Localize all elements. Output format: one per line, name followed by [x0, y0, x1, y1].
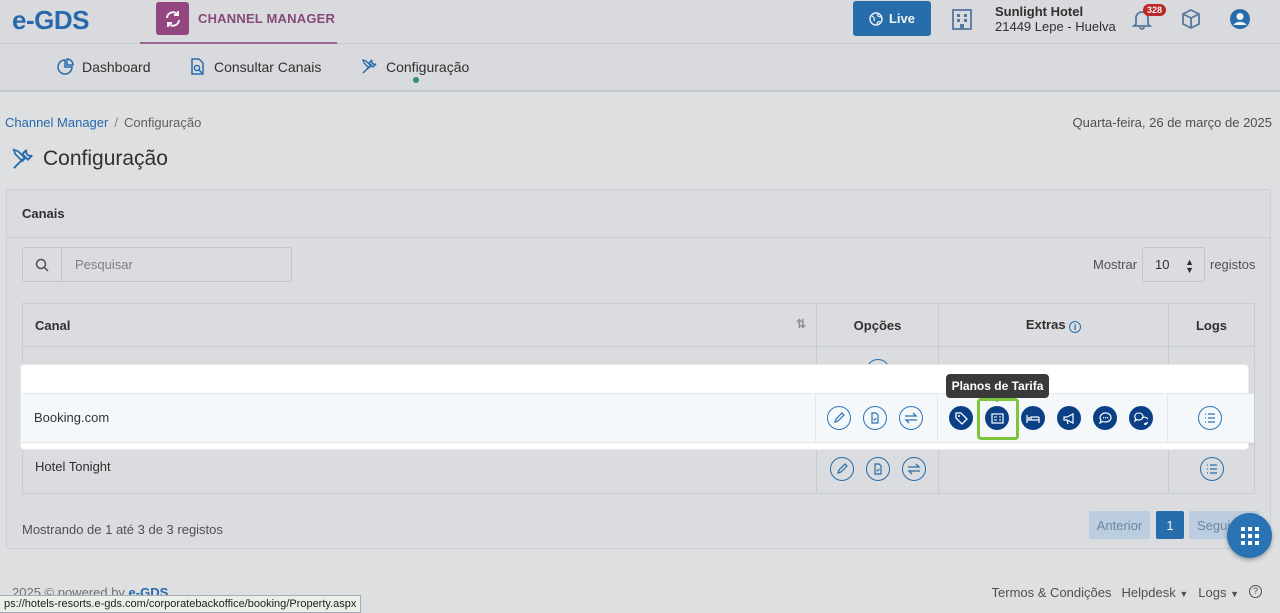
- hotel-name[interactable]: Sunlight Hotel: [995, 4, 1083, 19]
- search-input[interactable]: [62, 248, 282, 281]
- app-title: CHANNEL MANAGER: [198, 11, 336, 26]
- live-label: Live: [888, 11, 915, 26]
- main-nav: Dashboard Consultar Canais Configuração: [0, 44, 1280, 92]
- column-header-label: Logs: [1195, 317, 1228, 333]
- page-size-select[interactable]: 10 ▲ ▼: [1142, 247, 1205, 282]
- channel-name: Hotel Tonight: [22, 444, 817, 494]
- column-header-logs: Logs: [1168, 303, 1255, 347]
- logs-icons: [1198, 406, 1222, 430]
- highlight-box: [977, 398, 1019, 440]
- breadcrumb: Channel Manager / Configuração: [5, 115, 202, 130]
- edit-pencil-icon[interactable]: [827, 406, 851, 430]
- terms-link[interactable]: Termos & Condições: [992, 585, 1112, 600]
- brand-logo[interactable]: e-GDS: [12, 5, 89, 36]
- current-date: Quarta-feira, 26 de março de 2025: [1072, 115, 1272, 130]
- hotel-location: 21449 Lepe - Huelva: [995, 19, 1116, 34]
- notification-badge: 328: [1143, 4, 1167, 16]
- column-header-extras: Extras i: [938, 303, 1169, 347]
- pagination-summary: Mostrando de 1 até 3 de 3 registos: [22, 522, 223, 537]
- breadcrumb-current: Configuração: [123, 115, 202, 130]
- cube-icon[interactable]: [1180, 8, 1202, 33]
- globe-icon: [869, 11, 883, 26]
- table-row: Hotel Tonight: [22, 444, 1255, 494]
- cell-divider: [815, 394, 816, 442]
- app-tab-channel-manager[interactable]: CHANNEL MANAGER: [140, 0, 337, 44]
- helpdesk-label: Helpdesk: [1121, 585, 1176, 600]
- logs-menu[interactable]: Logs ▼: [1198, 585, 1239, 600]
- show-label: Mostrar: [1093, 257, 1138, 272]
- live-button[interactable]: Live: [853, 1, 931, 36]
- edit-pencil-icon[interactable]: [829, 457, 854, 481]
- user-icon[interactable]: [1229, 8, 1251, 33]
- tag-icon[interactable]: [949, 406, 973, 430]
- select-caret-icon: ▲ ▼: [1185, 257, 1194, 275]
- extras-cell: [938, 444, 1169, 494]
- apps-grid-button[interactable]: [1227, 513, 1272, 558]
- chat-bubble-icon[interactable]: [1093, 406, 1117, 430]
- nav-dashboard[interactable]: Dashboard: [57, 58, 151, 75]
- pagination-page-1[interactable]: 1: [1156, 511, 1184, 539]
- chevron-down-icon: ▼: [1230, 589, 1239, 599]
- nav-consultar-canais[interactable]: Consultar Canais: [189, 58, 321, 75]
- help-icon[interactable]: ?: [1249, 585, 1262, 598]
- cell-divider: [937, 394, 938, 442]
- list-icon[interactable]: [1198, 406, 1222, 430]
- helpdesk-menu[interactable]: Helpdesk ▼: [1122, 585, 1189, 600]
- info-icon[interactable]: i: [1069, 321, 1082, 333]
- nav-configuracao[interactable]: Configuração: [361, 58, 469, 75]
- status-bar-url: ps://hotels-resorts.e-gds.com/corporateb…: [0, 595, 362, 613]
- tooltip-rate-plans: Planos de Tarifa: [946, 374, 1049, 402]
- sync-arrows-icon[interactable]: [901, 457, 926, 481]
- document-check-icon[interactable]: [865, 457, 890, 481]
- sync-arrows-icon[interactable]: [899, 406, 923, 430]
- top-bar: e-GDS CHANNEL MANAGER Live Sunlight Hote…: [0, 0, 1280, 44]
- card-header: Canais: [7, 190, 1270, 238]
- logs-label: Logs: [1198, 585, 1227, 600]
- breadcrumb-root[interactable]: Channel Manager: [5, 115, 108, 130]
- page-size-value: 10: [1155, 257, 1170, 272]
- column-header-label: Opções: [853, 317, 902, 333]
- sort-icon[interactable]: ⇅: [796, 317, 806, 331]
- list-icon[interactable]: [1199, 457, 1224, 481]
- grid-icon: [1240, 526, 1259, 545]
- nav-label: Configuração: [386, 58, 470, 75]
- hotel-building-icon: [950, 7, 974, 34]
- highlighted-table-row: Booking.com: [21, 393, 1254, 443]
- chat-bubbles-icon[interactable]: [1129, 406, 1153, 430]
- nav-label: Consultar Canais: [214, 58, 322, 75]
- chevron-down-icon: ▼: [1179, 589, 1189, 599]
- cell-divider: [1167, 394, 1168, 442]
- options-cell: [816, 444, 939, 494]
- logs-cell: [1168, 444, 1255, 494]
- page-title: Configuração: [11, 147, 168, 171]
- sync-icon: [156, 2, 189, 35]
- options-icons: [827, 406, 923, 430]
- pagination-prev-button[interactable]: Anterior: [1089, 511, 1150, 539]
- channel-name: Booking.com: [34, 410, 110, 425]
- card-title: Canais: [22, 206, 65, 221]
- column-header-canal[interactable]: Canal ⇅: [22, 303, 817, 347]
- search-icon: [23, 248, 62, 281]
- active-nav-indicator: [413, 77, 419, 83]
- megaphone-icon[interactable]: [1057, 406, 1081, 430]
- tools-icon: [361, 58, 377, 74]
- column-header-label: Canal: [35, 317, 71, 333]
- records-label: registos: [1210, 257, 1256, 272]
- document-check-icon[interactable]: [863, 406, 887, 430]
- chart-pie-icon: [57, 58, 74, 75]
- nav-label: Dashboard: [82, 58, 151, 75]
- bed-icon[interactable]: [1021, 406, 1045, 430]
- column-header-label: Extras: [1025, 317, 1066, 332]
- document-search-icon: [191, 58, 204, 75]
- column-header-opcoes: Opções: [816, 303, 939, 347]
- page-title-text: Configuração: [43, 147, 168, 170]
- footer-links: Termos & Condições Helpdesk ▼ Logs ▼ ?: [992, 585, 1262, 600]
- tools-icon: [12, 148, 33, 169]
- search-box: [22, 247, 292, 282]
